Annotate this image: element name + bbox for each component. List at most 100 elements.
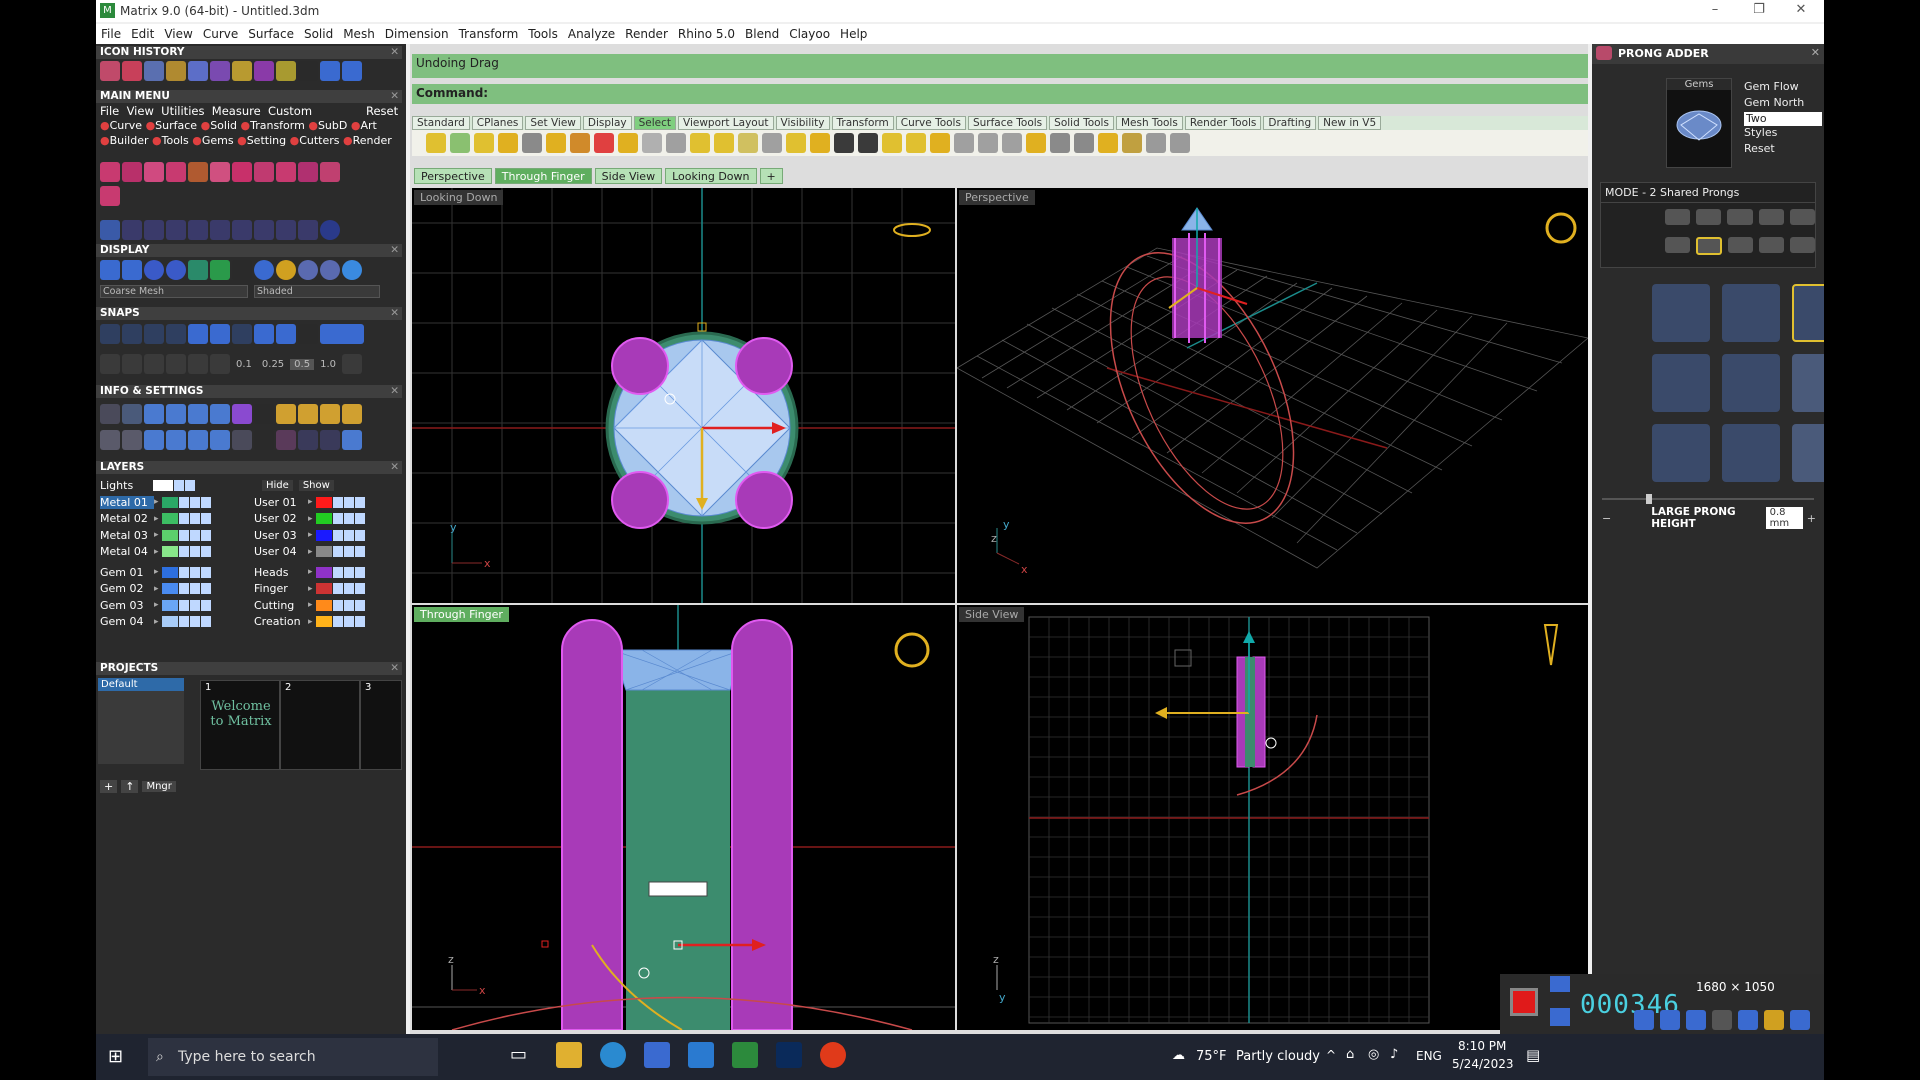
- command-line[interactable]: Command:: [412, 84, 1588, 104]
- add-view-icon[interactable]: +: [759, 168, 783, 184]
- menu-solid[interactable]: Solid: [299, 24, 338, 44]
- layer-lock-toggle[interactable]: [343, 616, 354, 627]
- layer-visible-toggle[interactable]: [178, 529, 189, 541]
- glass-icon[interactable]: [342, 260, 362, 280]
- menu-analyze[interactable]: Analyze: [563, 24, 620, 44]
- snap-toggle[interactable]: [320, 324, 364, 344]
- menu-transform[interactable]: Transform: [454, 24, 524, 44]
- layer-lock-toggle[interactable]: [189, 496, 200, 508]
- toolbar-tab-select[interactable]: Select: [633, 116, 677, 130]
- print-icon[interactable]: [342, 404, 362, 424]
- menu-dimension[interactable]: Dimension: [380, 24, 454, 44]
- layer-color-swatch[interactable]: [315, 566, 332, 578]
- module-render[interactable]: Render: [353, 134, 392, 147]
- project-slot-1[interactable]: 1 Welcome to Matrix: [200, 680, 280, 770]
- module-cutters[interactable]: Cutters: [299, 134, 339, 147]
- weather-desc[interactable]: Partly cloudy: [1236, 1049, 1320, 1064]
- layer-lock-toggle[interactable]: [343, 599, 354, 611]
- shade-dropdown[interactable]: Shaded: [254, 285, 380, 298]
- layer-current-toggle[interactable]: [354, 529, 365, 541]
- toolbar-tab-cplanes[interactable]: CPlanes: [471, 116, 524, 130]
- cube-icon[interactable]: [210, 61, 230, 81]
- layer-visible-toggle[interactable]: [178, 616, 189, 627]
- layer-color-swatch[interactable]: [161, 529, 178, 541]
- pave-icon[interactable]: [210, 162, 230, 182]
- mm-view[interactable]: View: [127, 104, 154, 118]
- viewport-label-through-finger[interactable]: Through Finger: [414, 607, 509, 622]
- wireframe-icon[interactable]: [100, 260, 120, 280]
- gem-flow-option[interactable]: Gem Flow: [1744, 80, 1822, 96]
- snap-near-icon[interactable]: [122, 324, 142, 344]
- close-icon[interactable]: ✕: [390, 307, 399, 320]
- smarttrack-icon[interactable]: [188, 354, 208, 374]
- select-tool-icon[interactable]: [594, 133, 614, 153]
- notification-icon[interactable]: ▤: [1526, 1046, 1540, 1064]
- checker-icon[interactable]: [232, 430, 252, 450]
- viewport-perspective[interactable]: z y x Perspective: [957, 188, 1588, 603]
- photoshop-icon[interactable]: [776, 1042, 802, 1068]
- layer-row[interactable]: Gem 01 ▸: [100, 565, 211, 579]
- select-tool-icon[interactable]: [1122, 133, 1142, 153]
- restore-icon[interactable]: ❐: [1744, 2, 1774, 17]
- edge-icon[interactable]: [600, 1042, 626, 1068]
- layer-visible-toggle[interactable]: [332, 513, 343, 524]
- select-tool-icon[interactable]: [786, 133, 806, 153]
- viewtab-through-finger[interactable]: Through Finger: [494, 168, 592, 184]
- close-icon[interactable]: ✕: [390, 90, 399, 103]
- toolbar-tab-visibility[interactable]: Visibility: [775, 116, 830, 130]
- gems-selector[interactable]: Gems: [1666, 78, 1732, 168]
- select-tool-icon[interactable]: [690, 133, 710, 153]
- reset-option[interactable]: Reset: [1744, 142, 1822, 158]
- show-button[interactable]: Show: [298, 479, 334, 491]
- pause-icon[interactable]: [1550, 1008, 1570, 1026]
- layer-visible-toggle[interactable]: [178, 583, 189, 594]
- nodes-icon[interactable]: [100, 220, 120, 240]
- crown-icon[interactable]: [188, 162, 208, 182]
- snap-point-icon[interactable]: [144, 324, 164, 344]
- module-surface[interactable]: Surface: [155, 119, 197, 132]
- layer-color-swatch[interactable]: [315, 529, 332, 541]
- layer-row[interactable]: Finger ▸: [254, 582, 365, 596]
- bail-icon[interactable]: [100, 186, 120, 206]
- select-tool-icon[interactable]: [642, 133, 662, 153]
- gem-icon[interactable]: [144, 61, 164, 81]
- select-tool-icon[interactable]: [1146, 133, 1166, 153]
- layer-color-swatch[interactable]: [315, 583, 332, 594]
- rotate-icon[interactable]: [122, 220, 142, 240]
- select-tool-icon[interactable]: [930, 133, 950, 153]
- expand-arrow-icon[interactable]: ▸: [308, 600, 313, 610]
- clock-date[interactable]: 5/24/2023: [1452, 1057, 1514, 1071]
- layer-lock-toggle[interactable]: [189, 583, 200, 594]
- project-icon[interactable]: [166, 354, 186, 374]
- mm-measure[interactable]: Measure: [212, 104, 261, 118]
- layer-row[interactable]: User 04 ▸: [254, 545, 365, 559]
- select-tool-icon[interactable]: [450, 133, 470, 153]
- layer-visible-toggle[interactable]: [178, 599, 189, 611]
- prong-style-icon[interactable]: [1722, 284, 1780, 342]
- mode-icon[interactable]: [1665, 237, 1691, 253]
- layer-row[interactable]: Creation ▸: [254, 615, 365, 629]
- menu-edit[interactable]: Edit: [126, 24, 159, 44]
- layer-lock-toggle[interactable]: [189, 599, 200, 611]
- weight-icon[interactable]: [276, 404, 296, 424]
- select-tool-icon[interactable]: [978, 133, 998, 153]
- styles-option[interactable]: Styles: [1744, 126, 1822, 142]
- hide-icon[interactable]: [122, 430, 142, 450]
- bezel-icon[interactable]: [166, 162, 186, 182]
- layer-row[interactable]: Heads ▸: [254, 565, 365, 579]
- select-tool-icon[interactable]: [882, 133, 902, 153]
- arc-icon[interactable]: [232, 61, 252, 81]
- shank-icon[interactable]: [144, 162, 164, 182]
- undo-arrow-icon[interactable]: [320, 61, 340, 81]
- snap-int-icon[interactable]: [210, 324, 230, 344]
- select-tool-icon[interactable]: [738, 133, 758, 153]
- menu-render[interactable]: Render: [620, 24, 673, 44]
- prong-style-icon[interactable]: [1722, 424, 1780, 482]
- prong-style-icon-selected[interactable]: [1792, 284, 1824, 342]
- module-setting[interactable]: Setting: [247, 134, 286, 147]
- mode-icon[interactable]: [1665, 209, 1691, 225]
- viewports-icon[interactable]: [100, 430, 120, 450]
- layer-current-toggle[interactable]: [354, 496, 365, 508]
- grid-snap-icon[interactable]: [100, 354, 120, 374]
- toolbar-tab-new-in-v5[interactable]: New in V5: [1318, 116, 1382, 130]
